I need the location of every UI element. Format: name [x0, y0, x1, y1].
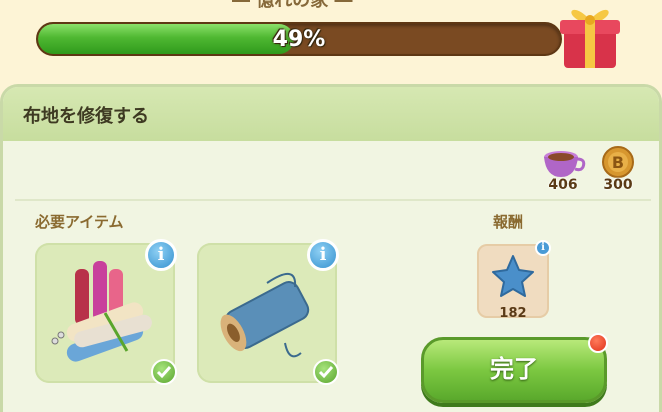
- task-panel: 布地を修復する 406 B 300 必要アイテム 報酬 i i 182 i 完了: [0, 84, 662, 412]
- progress-label: 49%: [272, 27, 326, 52]
- required-items-label: 必要アイテム: [35, 213, 124, 231]
- currency-cup-value: 406: [548, 177, 578, 193]
- divider: [15, 199, 651, 201]
- coin-icon: B: [602, 146, 634, 178]
- top-strip: ― 憶れの家 ― 49%: [0, 0, 662, 80]
- check-icon: [151, 359, 177, 385]
- item-info-button[interactable]: i: [145, 239, 177, 271]
- notification-dot: [588, 333, 608, 353]
- check-icon: [313, 359, 339, 385]
- currency-coin: B 300: [594, 145, 642, 195]
- required-item-thread[interactable]: i: [197, 239, 339, 385]
- reward-label: 報酬: [493, 213, 524, 231]
- gift-box-icon[interactable]: [554, 0, 624, 72]
- panel-header: 布地を修復する: [3, 87, 659, 141]
- reward-card[interactable]: 182: [477, 244, 549, 321]
- reward-info-button[interactable]: i: [535, 240, 551, 256]
- svg-text:B: B: [612, 153, 624, 172]
- currency-coin-value: 300: [603, 177, 633, 193]
- top-title-fragment: ― 憶れの家 ―: [232, 0, 353, 11]
- required-item-fabric[interactable]: i: [35, 239, 177, 385]
- cup-icon: [544, 151, 586, 177]
- currency-cup: 406: [539, 145, 587, 195]
- progress-bar: 49%: [36, 22, 562, 56]
- panel-title: 布地を修復する: [23, 106, 149, 127]
- complete-button[interactable]: 完了: [421, 337, 607, 403]
- item-info-button[interactable]: i: [307, 239, 339, 271]
- reward-value: 182: [499, 306, 527, 321]
